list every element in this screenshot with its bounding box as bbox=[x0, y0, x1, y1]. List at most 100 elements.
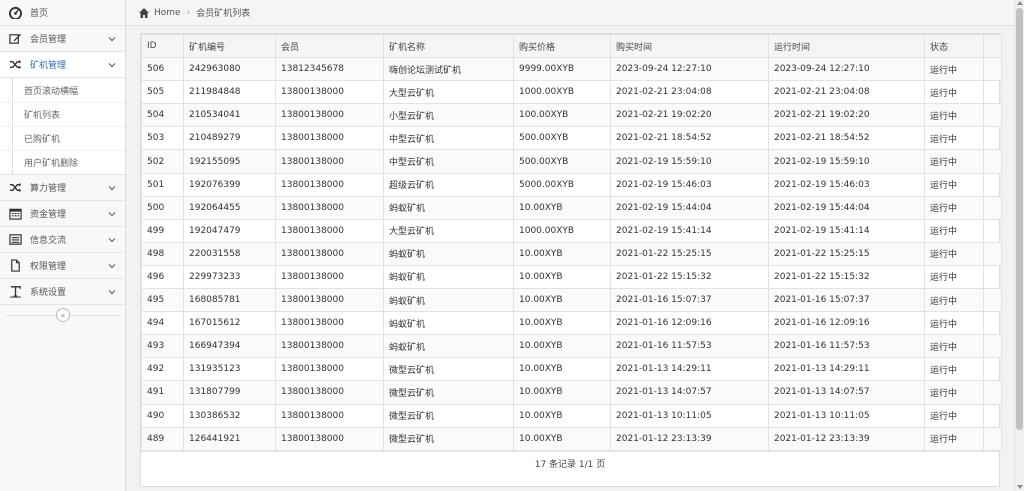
table-row: 503 210489279 13800138000 中型云矿机 500.00XYB 202… bbox=[141, 126, 1002, 151]
column-header: 运行时间 bbox=[768, 33, 925, 59]
table-cell: 167015612 bbox=[183, 311, 276, 336]
table-cell: 9999.00XYB bbox=[513, 57, 611, 82]
table-cell: 192047479 bbox=[183, 218, 276, 243]
table-cell: 13800138000 bbox=[275, 311, 384, 336]
table-cell: 2021-02-21 19:02:20 bbox=[610, 103, 769, 128]
table-cell: 506 bbox=[141, 57, 184, 82]
table-cell: 13800138000 bbox=[275, 288, 384, 313]
sidebar-item-2[interactable]: 矿机管理 bbox=[0, 52, 125, 78]
sidebar-item-0[interactable]: 首页 bbox=[0, 0, 125, 26]
edit-icon bbox=[8, 32, 22, 46]
table-cell: 微型云矿机 bbox=[383, 403, 514, 428]
table-cell: 500 bbox=[141, 195, 184, 220]
table-cell: 2021-01-22 15:15:32 bbox=[610, 264, 769, 290]
table-cell: 2021-01-13 14:29:11 bbox=[610, 357, 769, 382]
table-cell: 13800138000 bbox=[275, 403, 384, 428]
table-cell: 2021-02-19 15:41:14 bbox=[768, 218, 925, 243]
table-cell-spacer bbox=[983, 103, 1002, 128]
table-cell: 192155095 bbox=[183, 149, 276, 174]
breadcrumb-home-link[interactable]: Home bbox=[154, 8, 181, 18]
table-cell-spacer bbox=[983, 311, 1002, 336]
table-cell: 2021-02-19 15:41:14 bbox=[610, 218, 769, 243]
table-cell: 运行中 bbox=[924, 195, 984, 220]
page-scrollbar[interactable] bbox=[1014, 0, 1024, 491]
breadcrumb: Home › 会员矿机列表 bbox=[126, 0, 1014, 26]
table-cell: 496 bbox=[141, 264, 184, 290]
sidebar-item-4[interactable]: 资金管理 bbox=[0, 201, 125, 227]
scroll-down-icon[interactable] bbox=[1017, 485, 1023, 489]
sidebar-item-7[interactable]: 系统设置 bbox=[0, 279, 125, 305]
table-cell: 蚂蚁矿机 bbox=[383, 334, 514, 359]
table-cell: 1000.00XYB bbox=[513, 80, 611, 105]
table-row: 498 220031558 13800138000 蚂蚁矿机 10.00XYB 2021-… bbox=[141, 241, 1002, 266]
table-cell: 运行中 bbox=[924, 380, 984, 405]
table-cell: 10.00XYB bbox=[513, 241, 611, 266]
table-cell: 503 bbox=[141, 126, 184, 151]
table-cell-spacer bbox=[983, 195, 1002, 220]
table-cell: 13800138000 bbox=[275, 380, 384, 405]
sidebar-item-5[interactable]: 信息交流 bbox=[0, 227, 125, 253]
collapse-sidebar-button[interactable]: « bbox=[56, 308, 70, 322]
table-cell: 2021-01-16 11:57:53 bbox=[768, 334, 925, 359]
table-cell: 中型云矿机 bbox=[383, 126, 514, 151]
table-cell: 运行中 bbox=[924, 218, 984, 243]
table-cell-spacer bbox=[983, 264, 1002, 290]
table-cell: 2021-01-13 14:29:11 bbox=[768, 357, 925, 382]
table-cell: 微型云矿机 bbox=[383, 380, 514, 405]
table-cell: 2021-01-13 10:11:05 bbox=[610, 403, 769, 428]
scroll-thumb[interactable] bbox=[1016, 8, 1023, 430]
table-row: 499 192047479 13800138000 大型云矿机 1000.00XYB 20… bbox=[141, 218, 1002, 243]
chevron-down-icon bbox=[108, 238, 116, 243]
table-cell: 499 bbox=[141, 218, 184, 243]
table-cell: 10.00XYB bbox=[513, 403, 611, 428]
table-cell: 13800138000 bbox=[275, 218, 384, 243]
table-cell: 131807799 bbox=[183, 380, 276, 405]
table-row: 495 168085781 13800138000 蚂蚁矿机 10.00XYB 2021-… bbox=[141, 288, 1002, 313]
table-cell: 运行中 bbox=[924, 241, 984, 266]
dashboard-icon bbox=[8, 6, 22, 20]
table-cell: 13800138000 bbox=[275, 103, 384, 128]
scroll-up-icon[interactable] bbox=[1017, 1, 1023, 5]
table-cell: 2021-02-21 18:54:52 bbox=[610, 126, 769, 151]
sidebar-subitem-2[interactable]: 已购矿机 bbox=[0, 126, 125, 150]
column-header-spacer bbox=[983, 33, 1002, 59]
sidebar-subitem-1[interactable]: 矿机列表 bbox=[0, 102, 125, 126]
sidebar-item-3[interactable]: 算力管理 bbox=[0, 175, 125, 201]
breadcrumb-current: 会员矿机列表 bbox=[196, 9, 251, 19]
breadcrumb-separator: › bbox=[186, 7, 191, 18]
chevron-down-icon bbox=[108, 37, 116, 42]
table-cell: 131935123 bbox=[183, 357, 276, 382]
table-cell: 492 bbox=[141, 357, 184, 382]
table-cell: 5000.00XYB bbox=[513, 172, 611, 197]
table-cell-spacer bbox=[983, 426, 1002, 451]
table-cell: 130386532 bbox=[183, 403, 276, 428]
table-cell: 2021-02-19 15:46:03 bbox=[768, 172, 925, 197]
sidebar: 首页会员管理 矿机管理 首页滚动横幅 矿机列表 已购矿机 用户矿机删除 算力管理 资金管理 信息… bbox=[0, 0, 126, 491]
table-cell: 502 bbox=[141, 149, 184, 174]
table-row: 501 192076399 13800138000 超级云矿机 5000.00XYB 20… bbox=[141, 172, 1002, 197]
sidebar-item-label: 首页 bbox=[30, 9, 49, 19]
table-cell: 220031558 bbox=[183, 241, 276, 266]
table-cell: 490 bbox=[141, 403, 184, 428]
column-header: 会员 bbox=[275, 33, 384, 59]
table-cell: 13812345678 bbox=[275, 57, 384, 82]
table-cell: 13800138000 bbox=[275, 357, 384, 382]
table-cell: 运行中 bbox=[924, 172, 984, 197]
sidebar-item-6[interactable]: 权限管理 bbox=[0, 253, 125, 279]
sidebar-subitem-3[interactable]: 用户矿机删除 bbox=[0, 150, 125, 174]
chevron-down-icon bbox=[108, 264, 116, 269]
table-cell: 运行中 bbox=[924, 288, 984, 313]
table-cell: 498 bbox=[141, 241, 184, 266]
column-header: 购买价格 bbox=[513, 33, 611, 59]
table-cell: 493 bbox=[141, 334, 184, 359]
table-cell: 运行中 bbox=[924, 426, 984, 451]
table-cell-spacer bbox=[983, 380, 1002, 405]
sidebar-item-1[interactable]: 会员管理 bbox=[0, 26, 125, 52]
table-cell: 2021-01-16 15:07:37 bbox=[610, 288, 769, 313]
table-cell: 2021-02-19 15:59:10 bbox=[610, 149, 769, 174]
table-cell: 运行中 bbox=[924, 334, 984, 359]
table-cell: 13800138000 bbox=[275, 426, 384, 451]
table-cell: 运行中 bbox=[924, 149, 984, 174]
sidebar-subitem-0[interactable]: 首页滚动横幅 bbox=[0, 78, 125, 102]
table-cell: 小型云矿机 bbox=[383, 103, 514, 128]
